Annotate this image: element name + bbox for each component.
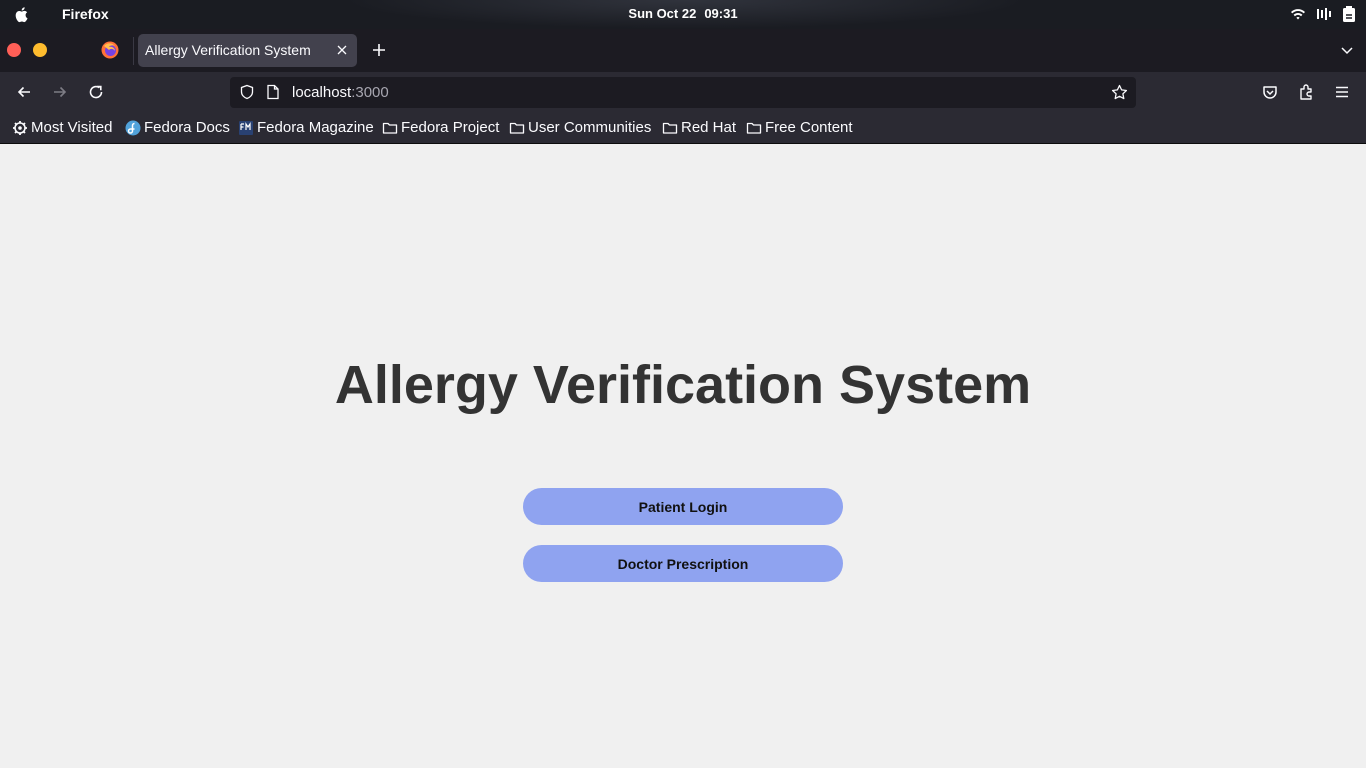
bookmark-fedora-magazine[interactable]: Fedora Magazine — [238, 119, 374, 136]
forward-arrow-icon — [54, 86, 67, 98]
firefox-logo-icon — [101, 41, 119, 59]
fedora-icon — [125, 120, 141, 135]
tab-title: Allergy Verification System — [145, 42, 311, 58]
tab-separator — [133, 37, 134, 65]
gear-icon — [13, 120, 27, 135]
system-tray — [1290, 6, 1356, 22]
folder-icon — [382, 122, 398, 134]
bookmark-label: Fedora Magazine — [257, 119, 374, 136]
clock-date: Sun Oct 22 — [628, 6, 697, 21]
tab-allergy-verification[interactable]: Allergy Verification System — [138, 34, 357, 67]
bookmark-star-icon[interactable] — [1111, 84, 1128, 101]
bookmark-user-communities[interactable]: User Communities — [509, 119, 651, 136]
bookmarks-toolbar: Most Visited Fedora Docs Fedora Magazine… — [0, 112, 1366, 144]
bookmark-most-visited[interactable]: Most Visited — [12, 119, 112, 136]
tab-close-icon[interactable] — [335, 43, 349, 57]
folder-icon — [746, 122, 762, 134]
tab-strip: Allergy Verification System — [0, 29, 1366, 72]
bookmark-fedora-project[interactable]: Fedora Project — [382, 119, 499, 136]
navigation-toolbar: localhost:3000 — [0, 72, 1366, 112]
page-content: Allergy Verification System Patient Logi… — [0, 144, 1366, 768]
bookmark-label: Red Hat — [681, 119, 737, 136]
bookmark-free-content[interactable]: Free Content — [746, 119, 853, 136]
window-close-button[interactable] — [7, 43, 21, 57]
bookmark-label: User Communities — [528, 119, 652, 136]
bookmark-red-hat[interactable]: Red Hat — [662, 119, 736, 136]
hamburger-menu-icon[interactable] — [1333, 83, 1351, 101]
doctor-prescription-button[interactable]: Doctor Prescription — [523, 545, 843, 582]
battery-icon[interactable] — [1342, 6, 1356, 22]
bookmark-label: Most Visited — [31, 119, 113, 136]
url-bar[interactable]: localhost:3000 — [230, 77, 1136, 108]
clock[interactable]: Sun Oct 22 09:31 — [0, 6, 1366, 21]
pocket-icon[interactable] — [1261, 83, 1279, 101]
folder-icon — [662, 122, 678, 134]
extensions-puzzle-icon[interactable] — [1297, 83, 1315, 101]
os-top-bar: Firefox Sun Oct 22 09:31 — [0, 0, 1366, 29]
tracking-shield-icon[interactable] — [239, 84, 255, 100]
fedora-magazine-icon — [239, 120, 253, 135]
new-tab-plus-icon[interactable] — [370, 41, 388, 59]
volume-icon[interactable] — [1316, 7, 1332, 21]
url-text[interactable]: localhost:3000 — [292, 84, 389, 101]
patient-login-button[interactable]: Patient Login — [523, 488, 843, 525]
reload-icon[interactable] — [87, 83, 105, 101]
bookmark-fedora-docs[interactable]: Fedora Docs — [125, 119, 230, 136]
window-minimize-button[interactable] — [33, 43, 47, 57]
wifi-icon[interactable] — [1290, 7, 1306, 21]
url-host: localhost — [292, 84, 352, 101]
tab-list-chevron-down-icon[interactable] — [1340, 43, 1354, 57]
url-port: :3000 — [351, 84, 389, 101]
clock-time: 09:31 — [704, 6, 738, 21]
bookmark-label: Fedora Project — [401, 119, 500, 136]
back-arrow-icon[interactable] — [15, 83, 33, 101]
bookmark-label: Fedora Docs — [144, 119, 230, 136]
folder-icon — [509, 122, 525, 134]
page-info-icon[interactable] — [266, 84, 280, 100]
page-title: Allergy Verification System — [334, 355, 1032, 415]
bookmark-label: Free Content — [765, 119, 853, 136]
